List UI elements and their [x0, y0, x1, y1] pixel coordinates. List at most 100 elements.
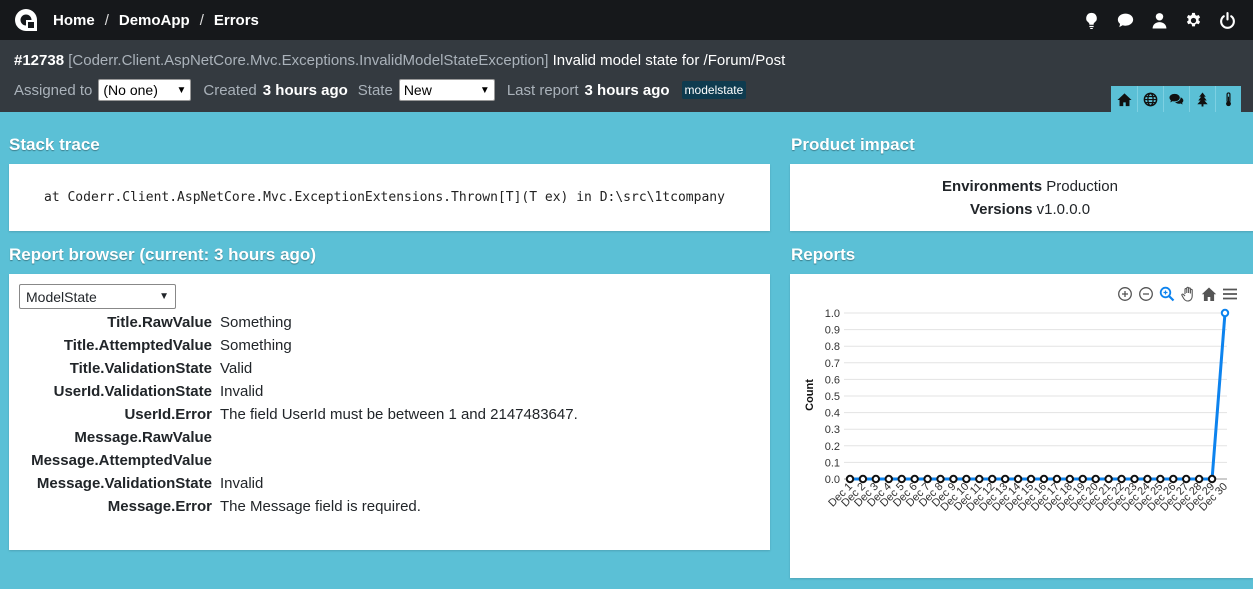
data-point[interactable] — [1117, 474, 1126, 484]
data-point[interactable] — [1026, 474, 1036, 484]
chevron-down-icon: ▼ — [479, 84, 490, 96]
tag-badge[interactable]: modelstate — [681, 81, 747, 99]
tab-globe[interactable] — [1137, 86, 1163, 112]
property-value: Valid — [220, 360, 253, 377]
data-point[interactable] — [1091, 474, 1100, 484]
state-select[interactable]: New ▼ — [398, 79, 495, 101]
tab-tree[interactable] — [1189, 86, 1215, 112]
home-icon — [1116, 92, 1132, 106]
property-key: Title.ValidationState — [69, 360, 212, 377]
stack-trace-text: at Coderr.Client.AspNetCore.Mvc.Exceptio… — [44, 190, 725, 205]
data-point[interactable] — [1065, 474, 1075, 484]
versions-value: v1.0.0.0 — [1036, 201, 1091, 218]
breadcrumb-app[interactable]: DemoApp — [119, 12, 190, 29]
data-point[interactable] — [988, 474, 997, 484]
property-value: The field UserId must be between 1 and 2… — [220, 406, 578, 423]
versions-row: Versions v1.0.0.0 — [790, 201, 1253, 218]
state-value: New — [403, 82, 432, 98]
coderr-logo-icon[interactable] — [14, 8, 38, 32]
last-report-label: Last report — [506, 81, 579, 99]
data-point[interactable] — [858, 474, 868, 484]
data-point[interactable] — [1194, 474, 1204, 484]
reports-title: Reports — [791, 245, 856, 264]
property-key: Message.RawValue — [74, 429, 212, 446]
product-impact-panel: Environments Production Versions v1.0.0.… — [790, 164, 1253, 231]
tab-comments[interactable] — [1163, 86, 1189, 112]
stack-trace-panel: at Coderr.Client.AspNetCore.Mvc.Exceptio… — [9, 164, 770, 231]
property-key: Message.AttemptedValue — [31, 452, 212, 469]
top-icon-bar — [1083, 0, 1253, 40]
reports-panel: 0.0 0.1 0.2 0.3 0.4 0.5 0.6 0.7 0.8 0.9 1.0 Dec 1D… — [790, 274, 1253, 578]
property-key: Title.AttemptedValue — [63, 337, 212, 354]
report-property-row: UserId.ValidationState Invalid — [9, 383, 769, 400]
data-point[interactable] — [1013, 474, 1023, 484]
chat-icon[interactable] — [1117, 12, 1134, 29]
environments-value: Production — [1046, 178, 1118, 195]
top-navbar: Home / DemoApp / Errors — [0, 0, 1253, 40]
data-point[interactable] — [1130, 474, 1139, 484]
report-property-row: Message.AttemptedValue — [9, 452, 769, 469]
report-property-row: Title.AttemptedValue Something — [9, 337, 769, 354]
created-value: 3 hours ago — [262, 81, 348, 99]
data-point[interactable] — [1039, 474, 1049, 484]
report-browser-title: Report browser (current: 3 hours ago) — [9, 245, 316, 264]
data-point[interactable] — [936, 474, 945, 484]
breadcrumb-errors[interactable]: Errors — [214, 12, 259, 29]
data-point[interactable] — [1156, 474, 1165, 484]
data-point[interactable] — [884, 474, 893, 484]
data-point[interactable] — [1220, 308, 1230, 318]
data-point[interactable] — [1104, 474, 1113, 484]
property-value: Invalid — [220, 475, 264, 492]
report-browser-panel: ModelState ▼ Title.RawValue Something Titl… — [9, 274, 770, 550]
data-point[interactable] — [949, 474, 958, 484]
thermometer-icon — [1226, 91, 1231, 106]
property-key: UserId.ValidationState — [53, 383, 212, 400]
property-value — [220, 429, 769, 446]
state-label: State — [357, 81, 393, 99]
user-icon[interactable] — [1151, 12, 1168, 29]
data-point[interactable] — [871, 474, 881, 484]
property-key: Message.Error — [107, 498, 212, 515]
assigned-to-select[interactable]: (No one) ▼ — [98, 79, 192, 101]
data-point[interactable] — [975, 474, 984, 484]
data-point[interactable] — [1169, 474, 1178, 484]
data-point[interactable] — [910, 474, 919, 484]
data-point[interactable] — [1052, 474, 1062, 484]
incident-header: #12738 [Coderr.Client.AspNetCore.Mvc.Exc… — [0, 40, 1253, 112]
incident-message: Invalid model state for /Forum/Post — [552, 52, 786, 69]
breadcrumb-separator: / — [199, 11, 204, 29]
incident-number: #12738 — [14, 52, 65, 69]
tab-home[interactable] — [1111, 86, 1137, 112]
gear-icon[interactable] — [1185, 12, 1202, 29]
report-property-row: UserId.Error The field UserId must be bet… — [9, 406, 769, 423]
collection-select[interactable]: ModelState ▼ — [19, 284, 176, 309]
property-value: The Message field is required. — [220, 498, 421, 515]
environments-label: Environments — [942, 178, 1043, 195]
data-point[interactable] — [923, 474, 932, 484]
collection-select-value: ModelState — [26, 288, 97, 305]
y-tick-label: 0.7 — [825, 358, 840, 370]
lightbulb-icon[interactable] — [1083, 12, 1100, 29]
data-point[interactable] — [1207, 474, 1217, 484]
chevron-down-icon: ▼ — [176, 84, 187, 96]
incident-tab-icons — [1111, 86, 1241, 112]
environments-row: Environments Production — [790, 178, 1253, 195]
y-tick-label: 0.2 — [825, 441, 840, 453]
property-key: UserId.Error — [124, 406, 212, 423]
breadcrumb: Home / DemoApp / Errors — [53, 12, 259, 29]
tab-thermometer[interactable] — [1215, 86, 1241, 112]
data-point[interactable] — [1078, 474, 1087, 484]
power-icon[interactable] — [1219, 11, 1236, 29]
data-point[interactable] — [897, 474, 906, 484]
data-point[interactable] — [1000, 474, 1010, 484]
y-tick-label: 0.1 — [825, 457, 840, 469]
data-point[interactable] — [1143, 474, 1152, 484]
property-key: Message.ValidationState — [36, 475, 212, 492]
breadcrumb-home[interactable]: Home — [53, 12, 95, 29]
data-point[interactable] — [962, 474, 971, 484]
report-property-row: Title.RawValue Something — [9, 314, 769, 331]
data-point[interactable] — [845, 474, 855, 484]
y-tick-label: 1.0 — [825, 308, 840, 320]
property-value: Something — [220, 337, 292, 354]
data-point[interactable] — [1182, 474, 1191, 484]
